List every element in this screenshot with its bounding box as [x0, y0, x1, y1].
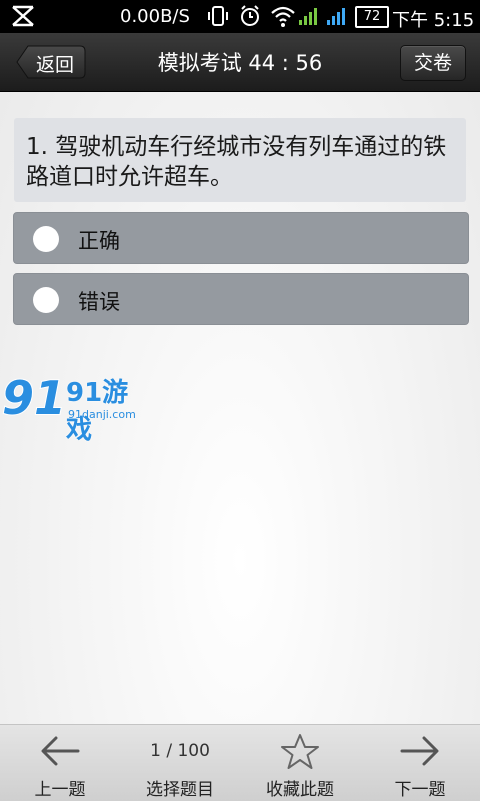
title-bar: 返回 模拟考试 44 : 56 交卷	[0, 33, 480, 92]
battery-icon: 72	[355, 6, 389, 28]
wifi-icon	[270, 4, 296, 33]
watermark-domain: 91danji.com	[68, 408, 136, 421]
select-question-label: 选择题目	[146, 780, 214, 800]
option-false[interactable]: 错误	[13, 273, 469, 325]
question-text: 1. 驾驶机动车行经城市没有列车通过的铁路道口时允许超车。	[26, 134, 447, 190]
prev-question-button[interactable]: 上一题	[0, 725, 120, 801]
select-question-button[interactable]: 1 / 100 选择题目	[120, 725, 240, 801]
next-question-button[interactable]: 下一题	[360, 725, 480, 801]
alarm-icon	[238, 4, 262, 33]
bottom-nav: 上一题 1 / 100 选择题目 收藏此题 下一题	[0, 724, 480, 801]
favorite-button[interactable]: 收藏此题	[240, 725, 360, 801]
radio-icon	[33, 226, 59, 252]
prev-question-label: 上一题	[34, 780, 86, 800]
clock: 下午 5:15	[392, 10, 475, 31]
usb-debug-icon	[10, 4, 36, 33]
signal-icon-2	[326, 6, 348, 31]
watermark-logo: 91 91游戏 91danji.com	[1, 368, 142, 445]
favorite-label: 收藏此题	[266, 780, 334, 800]
option-true[interactable]: 正确	[13, 212, 469, 264]
option-label: 正确	[78, 229, 120, 253]
radio-icon	[33, 287, 59, 313]
status-bar: 0.00B/S 72 下午 5:15	[0, 0, 480, 33]
next-question-label: 下一题	[394, 780, 446, 800]
vibrate-icon	[206, 4, 230, 33]
submit-exam-button[interactable]: 交卷	[400, 45, 466, 81]
question-card: 1. 驾驶机动车行经城市没有列车通过的铁路道口时允许超车。	[14, 118, 466, 202]
signal-icon-1	[298, 6, 320, 31]
network-speed: 0.00B/S	[120, 6, 190, 27]
option-label: 错误	[78, 290, 120, 314]
svg-text:91: 91	[2, 371, 66, 425]
star-icon	[240, 733, 360, 769]
arrow-right-icon	[360, 733, 480, 769]
question-counter: 1 / 100	[150, 741, 210, 761]
arrow-left-icon	[0, 733, 120, 769]
